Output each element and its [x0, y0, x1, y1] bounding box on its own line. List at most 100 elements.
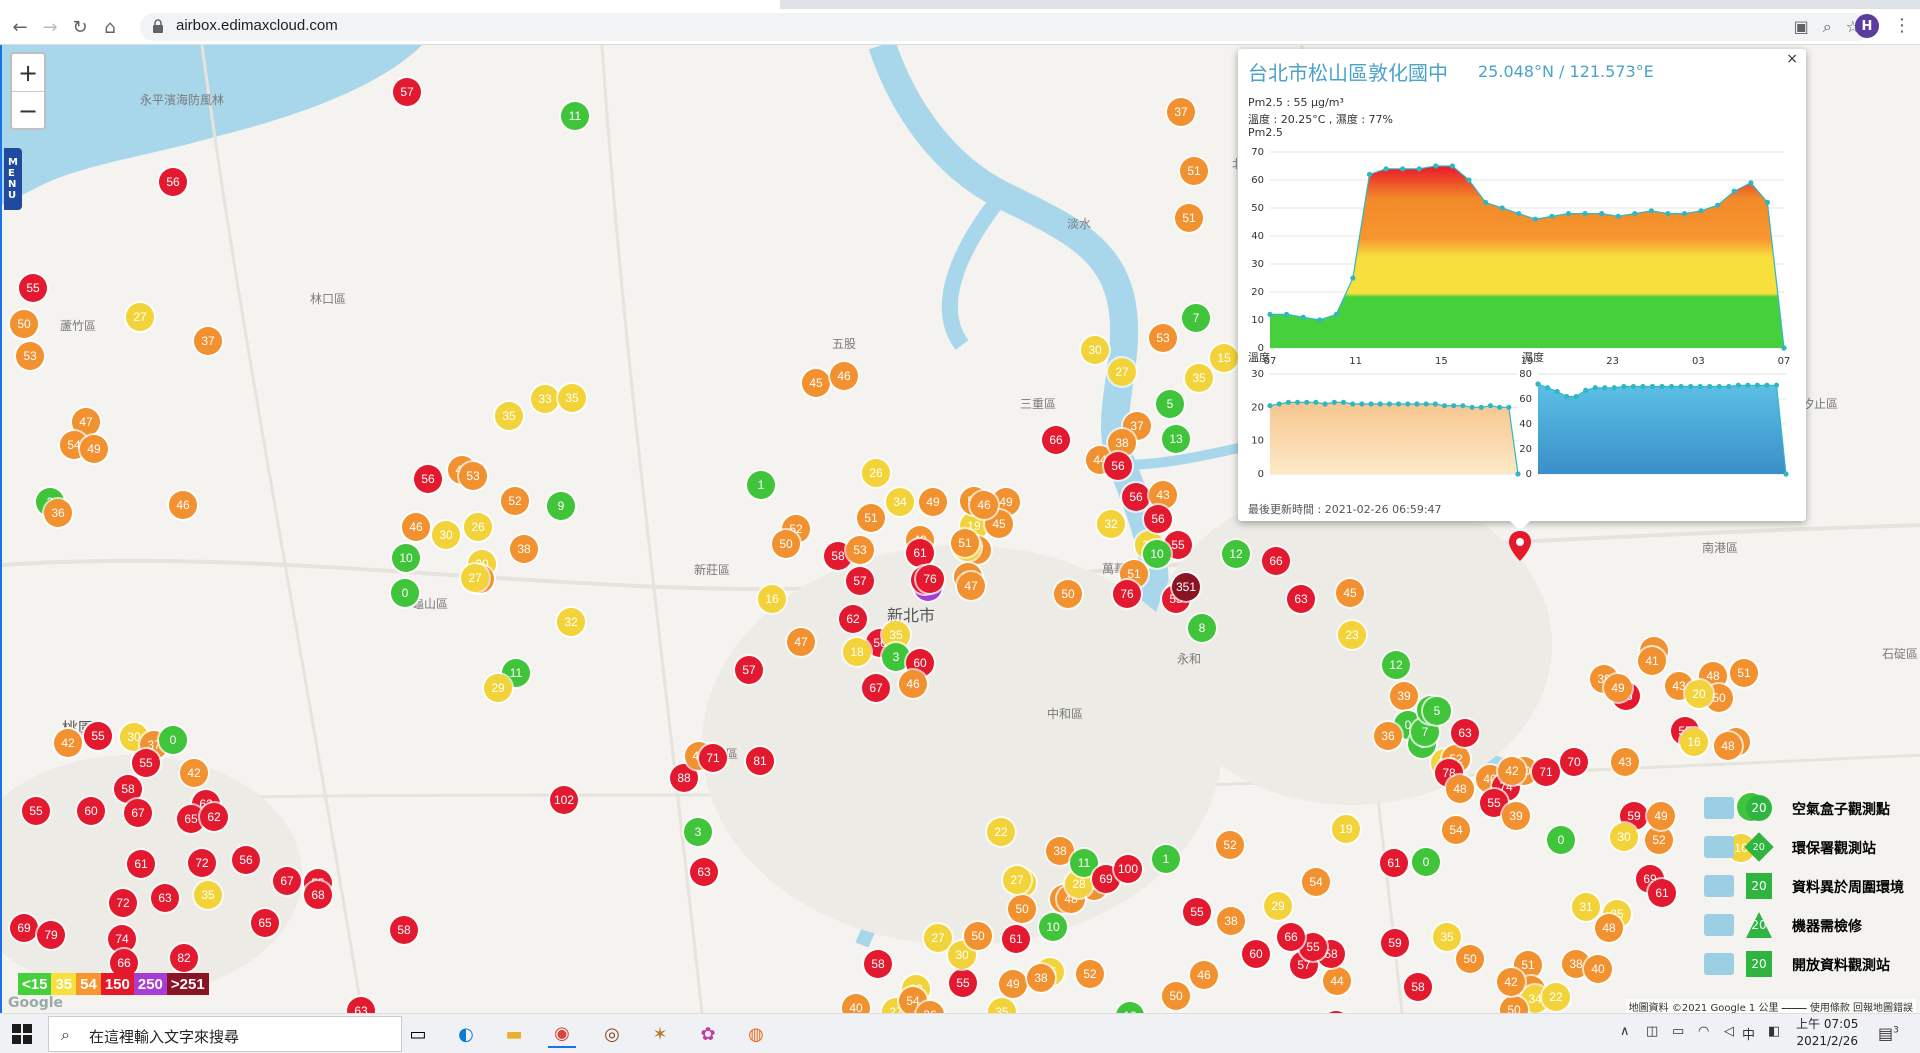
station-marker[interactable]: 11 [561, 102, 589, 130]
station-marker[interactable]: 27 [461, 564, 489, 592]
station-marker[interactable]: 32 [1097, 510, 1125, 538]
station-marker[interactable]: 27 [1108, 358, 1136, 386]
station-marker[interactable]: 10 [1039, 913, 1067, 941]
station-marker[interactable]: 67 [124, 799, 152, 827]
station-marker[interactable]: 49 [80, 435, 108, 463]
station-marker[interactable]: 30 [1610, 823, 1638, 851]
data-point[interactable] [1748, 180, 1754, 186]
data-point[interactable] [1716, 383, 1722, 390]
data-point[interactable] [1386, 401, 1393, 407]
system-clock[interactable]: 上午 07:05 2021/2/26 [1796, 1016, 1858, 1050]
station-marker[interactable]: 53 [846, 536, 874, 564]
station-marker[interactable]: 47 [787, 628, 815, 656]
data-point[interactable] [1283, 311, 1290, 317]
station-marker[interactable]: 46 [1190, 961, 1218, 989]
station-marker[interactable]: 35 [495, 402, 523, 430]
station-marker[interactable]: 42 [1498, 757, 1526, 785]
station-marker[interactable]: 56 [414, 465, 442, 493]
data-point[interactable] [1350, 275, 1356, 281]
station-marker[interactable]: 66 [1042, 426, 1070, 454]
station-marker[interactable]: 37 [1167, 98, 1195, 126]
data-point[interactable] [1433, 163, 1439, 169]
data-point[interactable] [1697, 383, 1703, 390]
legend-row[interactable]: 20 開放資料觀測站 [1692, 949, 1920, 979]
data-point[interactable] [1267, 403, 1273, 409]
zoom-magnifier-icon[interactable]: ⌕ [1823, 17, 1832, 37]
station-marker[interactable]: 60 [77, 797, 105, 825]
station-marker[interactable]: 51 [1180, 157, 1208, 185]
data-point[interactable] [1515, 471, 1521, 477]
station-marker[interactable]: 12 [1222, 540, 1250, 568]
data-point[interactable] [1764, 199, 1771, 205]
data-point[interactable] [1611, 385, 1617, 391]
station-marker[interactable]: 46 [169, 491, 197, 519]
station-marker[interactable]: 26 [862, 459, 890, 487]
address-bar[interactable]: airbox.edimaxcloud.com ▣ ⌕ ☆ [140, 13, 1870, 41]
data-point[interactable] [1276, 401, 1282, 407]
station-marker[interactable]: 12 [1382, 651, 1410, 679]
station-marker[interactable]: 48 [1446, 775, 1474, 803]
url-text[interactable]: airbox.edimaxcloud.com [176, 17, 338, 34]
station-marker[interactable]: 55 [1183, 898, 1211, 926]
station-marker[interactable]: 1 [1152, 845, 1180, 873]
station-marker[interactable]: 15 [1210, 344, 1238, 372]
translate-icon[interactable]: ▣ [1794, 17, 1809, 37]
tray-network-icon[interactable]: ◫ [1646, 1024, 1658, 1039]
station-marker[interactable]: 71 [1532, 758, 1560, 786]
station-marker[interactable]: 38 [1027, 964, 1055, 992]
station-marker[interactable]: 67 [273, 867, 301, 895]
tray-wifi-icon[interactable]: ◠ [1698, 1024, 1709, 1039]
station-marker[interactable]: 55 [84, 722, 112, 750]
station-marker[interactable]: 61 [1002, 925, 1030, 953]
zoom-out-button[interactable]: − [12, 92, 44, 129]
profile-avatar[interactable]: H [1855, 14, 1879, 38]
home-icon[interactable]: ⌂ [96, 13, 124, 41]
data-point[interactable] [1735, 382, 1741, 388]
data-point[interactable] [1583, 387, 1589, 393]
station-marker[interactable]: 68 [304, 881, 332, 909]
station-marker[interactable]: 72 [188, 849, 216, 877]
station-marker[interactable]: 102 [550, 786, 578, 814]
data-point[interactable] [1592, 385, 1598, 391]
station-marker[interactable]: 57 [846, 567, 874, 595]
data-point[interactable] [1573, 393, 1579, 400]
station-marker[interactable]: 1 [747, 471, 775, 499]
station-marker[interactable]: 50 [1162, 982, 1190, 1010]
data-point[interactable] [1582, 211, 1588, 217]
station-marker[interactable]: 79 [37, 921, 65, 949]
task-view-icon[interactable]: ▭ [404, 1020, 432, 1048]
forward-arrow-icon[interactable]: → [36, 13, 64, 41]
station-marker[interactable]: 351 [1172, 573, 1200, 601]
station-marker[interactable]: 45 [802, 369, 830, 397]
station-marker[interactable]: 35 [558, 384, 586, 412]
station-marker[interactable]: 67 [862, 674, 890, 702]
data-point[interactable] [1340, 399, 1347, 405]
station-marker[interactable]: 50 [1456, 945, 1484, 973]
station-marker[interactable]: 13 [1162, 425, 1190, 453]
station-marker[interactable]: 16 [758, 585, 786, 613]
data-point[interactable] [1300, 314, 1306, 320]
station-marker[interactable]: 56 [159, 168, 187, 196]
station-marker[interactable]: 38 [1217, 907, 1245, 935]
station-marker[interactable]: 51 [951, 529, 979, 557]
data-point[interactable] [1678, 383, 1684, 390]
station-marker[interactable]: 7 [1182, 304, 1210, 332]
station-marker[interactable]: 42 [180, 759, 208, 787]
station-marker[interactable]: 51 [857, 504, 885, 532]
station-marker[interactable]: 44 [1323, 967, 1351, 995]
station-marker[interactable]: 3 [684, 818, 712, 846]
tab-active[interactable] [0, 0, 780, 9]
legend-row[interactable]: 20 機器需檢修 [1692, 910, 1920, 940]
station-marker[interactable]: 66 [1262, 547, 1290, 575]
ime-indicator[interactable]: 中 [1742, 1024, 1755, 1043]
data-point[interactable] [1731, 188, 1737, 194]
data-point[interactable] [1285, 399, 1291, 405]
data-point[interactable] [1764, 382, 1770, 388]
data-point[interactable] [1322, 401, 1328, 407]
station-marker[interactable]: 10 [392, 544, 420, 572]
data-point[interactable] [1499, 205, 1505, 211]
station-marker[interactable]: 46 [830, 362, 858, 390]
station-marker[interactable]: 63 [1451, 719, 1479, 747]
station-marker[interactable]: 72 [109, 889, 137, 917]
data-point[interactable] [1781, 345, 1787, 351]
